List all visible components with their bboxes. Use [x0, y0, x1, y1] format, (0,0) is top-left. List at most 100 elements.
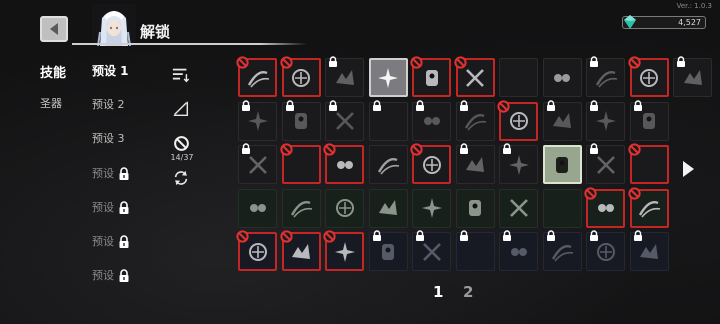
- lock-badge-icon: [372, 99, 381, 111]
- skill-slot[interactable]: [412, 188, 451, 228]
- skill-grid: [236, 56, 712, 274]
- skill-slot[interactable]: [499, 143, 538, 184]
- skill-slot[interactable]: [455, 188, 495, 228]
- skill-slot[interactable]: [499, 58, 538, 97]
- skill-slot[interactable]: [627, 143, 669, 184]
- skill-slot[interactable]: [323, 143, 364, 184]
- preset-1[interactable]: 预设 1: [92, 62, 129, 79]
- preset-4[interactable]: 预设: [92, 165, 130, 181]
- skill-slot[interactable]: [281, 99, 321, 141]
- page-2-button[interactable]: 2: [463, 283, 473, 301]
- potion-icon: [544, 59, 581, 96]
- skill-slot[interactable]: [325, 188, 364, 228]
- skill-slot[interactable]: [542, 230, 582, 271]
- skill-slot[interactable]: [325, 99, 364, 141]
- skill-slot[interactable]: [281, 188, 321, 228]
- skill-slot[interactable]: [499, 230, 538, 271]
- skill-slot[interactable]: [542, 58, 582, 97]
- skill-slot[interactable]: [410, 143, 451, 184]
- category-relics[interactable]: 圣器: [40, 95, 62, 111]
- lock-icon: [119, 268, 129, 282]
- preset-3[interactable]: 预设 3: [92, 130, 125, 146]
- filter-button[interactable]: [170, 98, 192, 120]
- preset-6[interactable]: 预设: [92, 233, 130, 249]
- skill-slot[interactable]: [629, 99, 669, 141]
- ban-mode-button[interactable]: [170, 132, 192, 154]
- ban-count: 14/37: [170, 153, 194, 162]
- skill-slot[interactable]: [368, 230, 408, 271]
- skill-slot[interactable]: [236, 230, 277, 271]
- skill-slot[interactable]: [412, 230, 451, 271]
- hook-icon: [239, 190, 276, 227]
- skill-slot[interactable]: [584, 186, 625, 228]
- skill-slot[interactable]: [455, 99, 495, 141]
- refresh-button[interactable]: [170, 167, 192, 189]
- skill-slot[interactable]: [236, 56, 277, 97]
- preset-7[interactable]: 预设: [92, 267, 130, 283]
- skill-slot[interactable]: [368, 188, 408, 228]
- skill-slot[interactable]: [586, 143, 625, 184]
- skill-slot[interactable]: [325, 56, 364, 97]
- lock-badge-icon: [503, 143, 511, 154]
- preset-label: 预设: [92, 167, 114, 180]
- skill-slot[interactable]: [542, 145, 582, 184]
- preset-label: 预设 2: [92, 98, 125, 111]
- skill-slot[interactable]: [238, 143, 277, 184]
- skill-slot[interactable]: [279, 230, 321, 271]
- skill-slot[interactable]: [238, 99, 277, 141]
- ban-badge-icon: [279, 230, 293, 243]
- ban-icon: [173, 135, 189, 151]
- lock-badge-icon: [459, 99, 468, 111]
- skill-slot[interactable]: [499, 188, 538, 228]
- shield-icon: [544, 190, 581, 227]
- skill-slot[interactable]: [673, 56, 712, 97]
- category-skills[interactable]: 技能: [40, 62, 66, 81]
- skill-slot[interactable]: [368, 99, 408, 141]
- lock-badge-icon: [372, 230, 381, 241]
- skill-slot[interactable]: [238, 188, 277, 228]
- next-page-arrow[interactable]: [681, 160, 695, 178]
- skill-slot[interactable]: [627, 56, 669, 97]
- page-title: 解锁: [140, 23, 171, 41]
- skill-slot[interactable]: [368, 58, 408, 97]
- skill-slot[interactable]: [627, 186, 669, 228]
- skill-slot[interactable]: [412, 99, 451, 141]
- sort-button[interactable]: [170, 64, 192, 86]
- ban-badge-icon: [410, 143, 423, 156]
- skill-slot[interactable]: [586, 230, 625, 271]
- lock-badge-icon: [242, 143, 250, 154]
- skill-slot[interactable]: [323, 230, 364, 271]
- skill-slot[interactable]: [279, 143, 321, 184]
- ban-badge-icon: [279, 56, 293, 69]
- preset-5[interactable]: 预设: [92, 199, 130, 215]
- ban-badge-icon: [279, 143, 293, 156]
- ban-badge-icon: [627, 56, 641, 69]
- ban-badge-icon: [627, 143, 641, 156]
- back-button[interactable]: [40, 16, 68, 42]
- page-1-button[interactable]: 1: [433, 283, 443, 301]
- skill-slot[interactable]: [410, 56, 451, 97]
- slope-icon: [173, 101, 189, 117]
- skill-slot[interactable]: [453, 56, 495, 97]
- skill-slot[interactable]: [455, 143, 495, 184]
- preset-2[interactable]: 预设 2: [92, 96, 125, 112]
- skill-slot[interactable]: [629, 230, 669, 271]
- skill-slot[interactable]: [279, 56, 321, 97]
- bolt-icon: [370, 146, 407, 183]
- preset-label: 预设 1: [92, 64, 129, 78]
- burst-icon: [371, 60, 406, 95]
- skill-slot[interactable]: [542, 188, 582, 228]
- skill-slot[interactable]: [586, 56, 625, 97]
- lock-badge-icon: [329, 56, 337, 67]
- lock-badge-icon: [242, 99, 250, 111]
- skill-slot[interactable]: [497, 99, 538, 141]
- currency-amount: 4,527: [678, 18, 701, 27]
- lock-badge-icon: [416, 99, 424, 111]
- lock-badge-icon: [459, 230, 468, 241]
- skill-slot[interactable]: [368, 145, 408, 184]
- skill-slot[interactable]: [455, 230, 495, 271]
- skill-slot[interactable]: [542, 99, 582, 141]
- lock-badge-icon: [546, 99, 555, 111]
- wings-icon: [326, 190, 363, 227]
- skill-slot[interactable]: [586, 99, 625, 141]
